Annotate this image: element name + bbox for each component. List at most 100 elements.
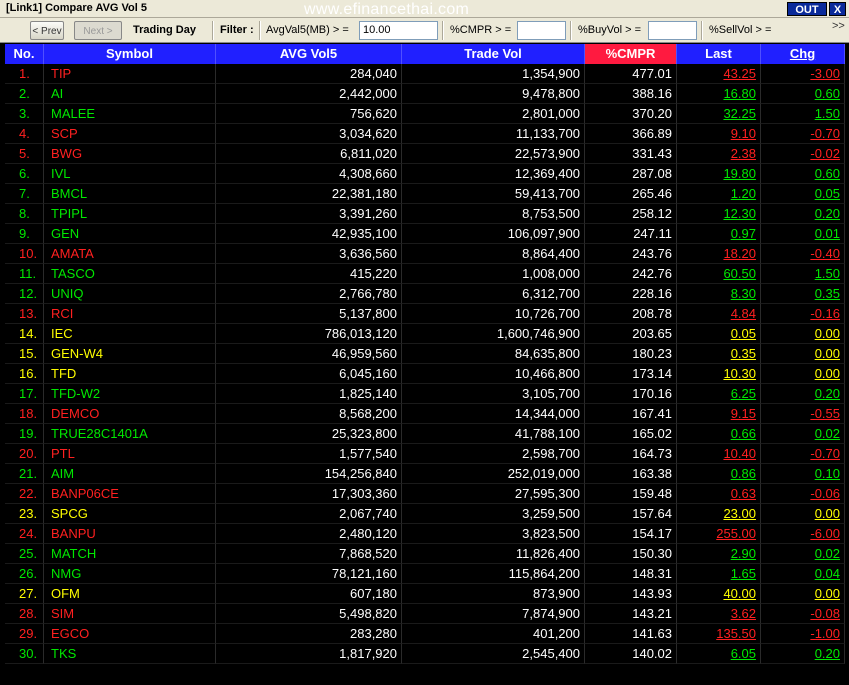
row-symbol[interactable]: GEN [44, 224, 216, 244]
row-chg[interactable]: 0.04 [761, 564, 845, 584]
table-row[interactable]: 6. IVL 4,308,660 12,369,400 287.08 19.80 0.60 [5, 164, 845, 184]
row-last-link[interactable]: 255.00 [716, 526, 756, 541]
row-chg-link[interactable]: -0.55 [810, 406, 840, 421]
row-symbol[interactable]: OFM [44, 584, 216, 604]
row-chg-link[interactable]: 1.50 [815, 266, 840, 281]
row-last[interactable]: 19.80 [677, 164, 761, 184]
row-last-link[interactable]: 18.20 [723, 246, 756, 261]
row-symbol[interactable]: AMATA [44, 244, 216, 264]
row-chg[interactable]: 0.00 [761, 324, 845, 344]
table-row[interactable]: 16. TFD 6,045,160 10,466,800 173.14 10.30 0.00 [5, 364, 845, 384]
row-symbol[interactable]: TPIPL [44, 204, 216, 224]
table-row[interactable]: 24. BANPU 2,480,120 3,823,500 154.17 255.00 -6… [5, 524, 845, 544]
table-row[interactable]: 27. OFM 607,180 873,900 143.93 40.00 0.00 [5, 584, 845, 604]
row-chg-link[interactable]: -1.00 [810, 626, 840, 641]
row-last-link[interactable]: 1.20 [731, 186, 756, 201]
row-chg-link[interactable]: 0.00 [815, 326, 840, 341]
header-chg[interactable]: Chg [761, 44, 845, 64]
row-last[interactable]: 9.15 [677, 404, 761, 424]
row-chg[interactable]: 0.05 [761, 184, 845, 204]
row-chg-link[interactable]: -0.70 [810, 126, 840, 141]
row-last[interactable]: 16.80 [677, 84, 761, 104]
row-chg-link[interactable]: 0.20 [815, 386, 840, 401]
row-last-link[interactable]: 16.80 [723, 86, 756, 101]
row-symbol[interactable]: SCP [44, 124, 216, 144]
row-last[interactable]: 0.97 [677, 224, 761, 244]
row-symbol[interactable]: TFD-W2 [44, 384, 216, 404]
row-symbol[interactable]: MALEE [44, 104, 216, 124]
row-symbol[interactable]: NMG [44, 564, 216, 584]
row-last-link[interactable]: 43.25 [723, 66, 756, 81]
row-last[interactable]: 0.66 [677, 424, 761, 444]
row-chg-link[interactable]: -6.00 [810, 526, 840, 541]
row-last-link[interactable]: 9.15 [731, 406, 756, 421]
row-chg-link[interactable]: -0.02 [810, 146, 840, 161]
row-last-link[interactable]: 32.25 [723, 106, 756, 121]
table-row[interactable]: 11. TASCO 415,220 1,008,000 242.76 60.50 1.50 [5, 264, 845, 284]
row-chg-link[interactable]: 0.04 [815, 566, 840, 581]
table-row[interactable]: 5. BWG 6,811,020 22,573,900 331.43 2.38 -0.02 [5, 144, 845, 164]
row-last-link[interactable]: 0.05 [731, 326, 756, 341]
row-last[interactable]: 9.10 [677, 124, 761, 144]
row-last-link[interactable]: 6.25 [731, 386, 756, 401]
row-chg-link[interactable]: 0.20 [815, 206, 840, 221]
table-row[interactable]: 7. BMCL 22,381,180 59,413,700 265.46 1.20 0.05 [5, 184, 845, 204]
table-row[interactable]: 25. MATCH 7,868,520 11,826,400 150.30 2.90 0.0… [5, 544, 845, 564]
header-last[interactable]: Last [677, 44, 761, 64]
table-row[interactable]: 29. EGCO 283,280 401,200 141.63 135.50 -1.00 [5, 624, 845, 644]
table-row[interactable]: 17. TFD-W2 1,825,140 3,105,700 170.16 6.25 0.2… [5, 384, 845, 404]
row-chg[interactable]: -0.70 [761, 444, 845, 464]
row-symbol[interactable]: RCI [44, 304, 216, 324]
row-last-link[interactable]: 6.05 [731, 646, 756, 661]
row-last-link[interactable]: 0.66 [731, 426, 756, 441]
table-row[interactable]: 4. SCP 3,034,620 11,133,700 366.89 9.10 -0.70 [5, 124, 845, 144]
row-chg[interactable]: -1.00 [761, 624, 845, 644]
table-row[interactable]: 15. GEN-W4 46,959,560 84,635,800 180.23 0.35 0… [5, 344, 845, 364]
avgvol-filter-input[interactable]: 10.00 [359, 21, 438, 40]
header-avg-vol5[interactable]: AVG Vol5 [216, 44, 402, 64]
row-last[interactable]: 8.30 [677, 284, 761, 304]
row-symbol[interactable]: AI [44, 84, 216, 104]
header-cmpr[interactable]: %CMPR [585, 44, 677, 64]
table-row[interactable]: 13. RCI 5,137,800 10,726,700 208.78 4.84 -0.16 [5, 304, 845, 324]
row-symbol[interactable]: GEN-W4 [44, 344, 216, 364]
row-chg[interactable]: -0.70 [761, 124, 845, 144]
row-last-link[interactable]: 0.86 [731, 466, 756, 481]
row-chg[interactable]: 0.20 [761, 644, 845, 664]
row-chg-link[interactable]: -0.16 [810, 306, 840, 321]
row-symbol[interactable]: SIM [44, 604, 216, 624]
table-row[interactable]: 26. NMG 78,121,160 115,864,200 148.31 1.65 0.0… [5, 564, 845, 584]
row-chg[interactable]: -0.06 [761, 484, 845, 504]
table-row[interactable]: 30. TKS 1,817,920 2,545,400 140.02 6.05 0.20 [5, 644, 845, 664]
row-last[interactable]: 2.38 [677, 144, 761, 164]
table-row[interactable]: 21. AIM 154,256,840 252,019,000 163.38 0.86 0.… [5, 464, 845, 484]
row-symbol[interactable]: TASCO [44, 264, 216, 284]
row-last[interactable]: 12.30 [677, 204, 761, 224]
row-last[interactable]: 255.00 [677, 524, 761, 544]
row-symbol[interactable]: IEC [44, 324, 216, 344]
row-symbol[interactable]: MATCH [44, 544, 216, 564]
row-chg[interactable]: -0.55 [761, 404, 845, 424]
row-symbol[interactable]: TIP [44, 64, 216, 84]
row-chg[interactable]: 0.10 [761, 464, 845, 484]
row-last-link[interactable]: 19.80 [723, 166, 756, 181]
row-chg[interactable]: 0.02 [761, 544, 845, 564]
row-chg-link[interactable]: 0.20 [815, 646, 840, 661]
row-chg-link[interactable]: -0.40 [810, 246, 840, 261]
row-chg[interactable]: -0.02 [761, 144, 845, 164]
row-last[interactable]: 23.00 [677, 504, 761, 524]
row-symbol[interactable]: DEMCO [44, 404, 216, 424]
row-chg-link[interactable]: -3.00 [810, 66, 840, 81]
table-row[interactable]: 28. SIM 5,498,820 7,874,900 143.21 3.62 -0.08 [5, 604, 845, 624]
row-chg-link[interactable]: 0.00 [815, 366, 840, 381]
row-chg-link[interactable]: 0.60 [815, 166, 840, 181]
row-symbol[interactable]: TKS [44, 644, 216, 664]
table-row[interactable]: 3. MALEE 756,620 2,801,000 370.20 32.25 1.50 [5, 104, 845, 124]
row-last[interactable]: 0.86 [677, 464, 761, 484]
row-chg[interactable]: 0.60 [761, 84, 845, 104]
row-last-link[interactable]: 0.63 [731, 486, 756, 501]
row-chg[interactable]: 0.00 [761, 504, 845, 524]
table-row[interactable]: 1. TIP 284,040 1,354,900 477.01 43.25 -3.00 [5, 64, 845, 84]
row-last-link[interactable]: 2.38 [731, 146, 756, 161]
row-chg-link[interactable]: 0.00 [815, 586, 840, 601]
